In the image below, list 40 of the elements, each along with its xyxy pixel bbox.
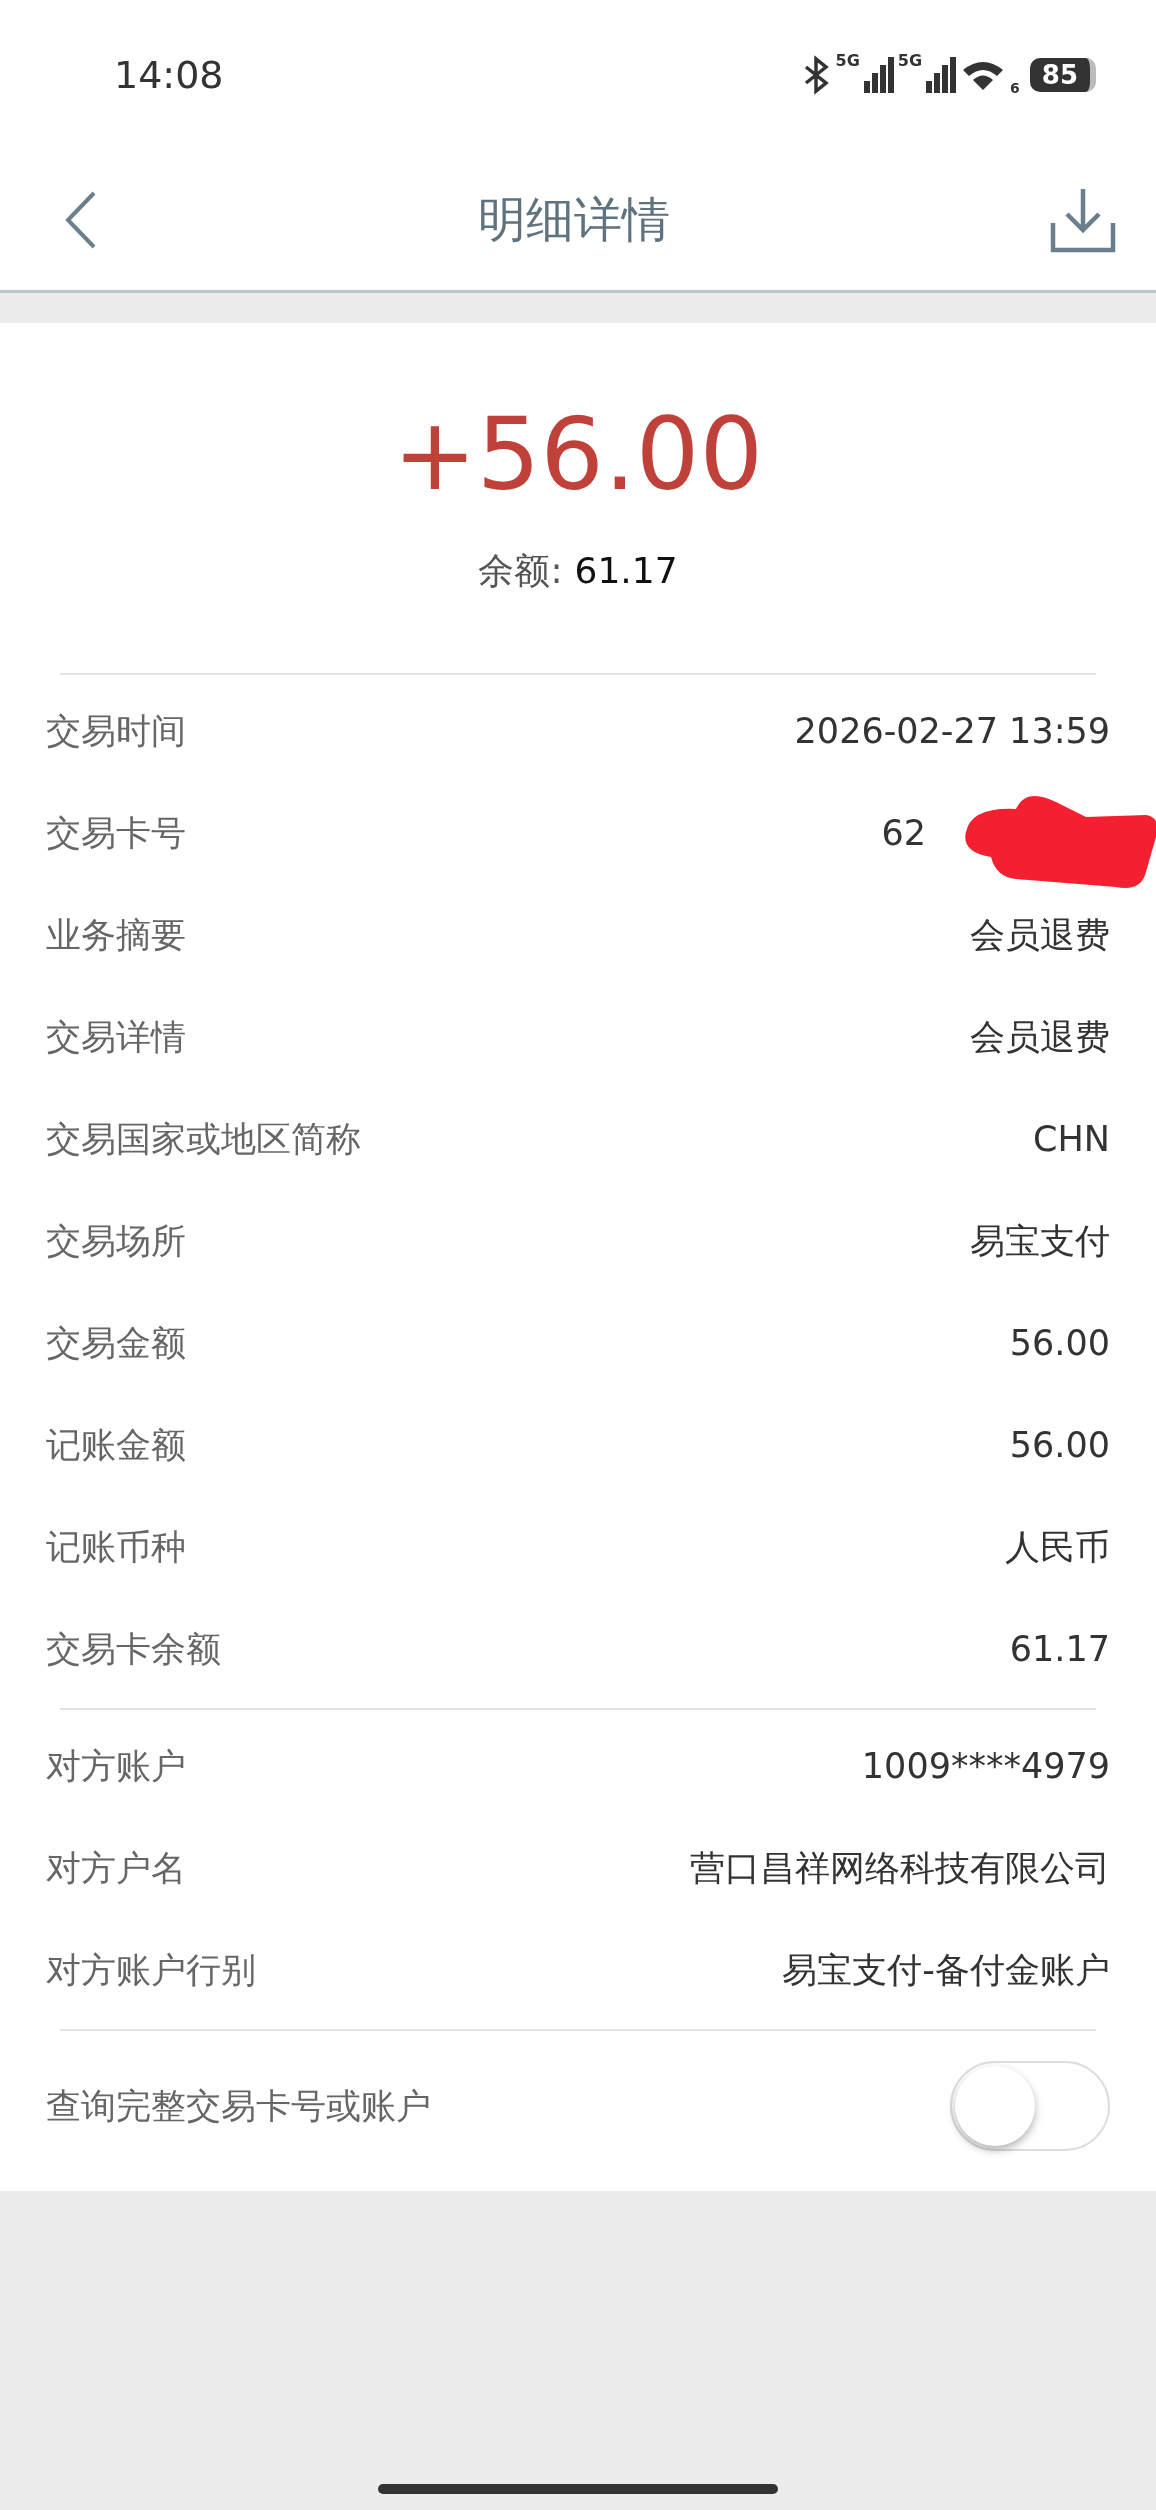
field-label: 交易卡号	[46, 811, 186, 855]
signal-icon	[863, 57, 894, 93]
wifi-band-label: 6	[1010, 80, 1020, 96]
field-value: 会员退费	[970, 913, 1110, 957]
field-label: 交易国家或地区简称	[46, 1117, 361, 1161]
field-value: 人民币	[1005, 1525, 1110, 1569]
page-title: 明细详情	[478, 190, 670, 249]
field-label: 交易卡余额	[46, 1627, 221, 1671]
field-label: 交易详情	[46, 1015, 186, 1059]
field-value: 会员退费	[970, 1015, 1110, 1059]
field-label: 记账金额	[46, 1423, 186, 1467]
amount-text: +56.00	[391, 395, 765, 515]
field-value: 营口昌祥网络科技有限公司	[690, 1846, 1110, 1890]
field-label: 记账币种	[46, 1525, 186, 1569]
field-value: 易宝支付-备付金账户	[782, 1948, 1110, 1992]
status-time: 14:08	[114, 53, 224, 97]
network-label: 5G	[897, 50, 923, 70]
toggle-label: 查询完整交易卡号或账户	[46, 2084, 431, 2128]
field-value: 2026-02-27 13:59	[794, 711, 1110, 751]
battery-indicator: 85	[1029, 58, 1096, 92]
field-label: 对方账户行别	[46, 1948, 256, 1992]
field-label: 对方户名	[46, 1846, 186, 1890]
field-value: 62	[881, 813, 927, 853]
back-icon[interactable]	[64, 191, 98, 249]
signal-icon	[926, 57, 957, 93]
network-label: 5G	[835, 50, 860, 70]
field-label: 业务摘要	[46, 913, 186, 957]
field-value: 1009****4979	[861, 1746, 1110, 1786]
balance-label: 余额:	[478, 550, 563, 591]
field-value: 易宝支付	[970, 1219, 1110, 1263]
field-label: 交易场所	[46, 1219, 186, 1263]
field-label: 对方账户	[46, 1744, 186, 1788]
balance-value: 61.17	[574, 550, 678, 591]
download-icon[interactable]	[1050, 187, 1116, 253]
field-value: CHN	[1033, 1119, 1110, 1159]
field-value: 56.00	[1009, 1425, 1110, 1465]
field-label: 交易时间	[46, 709, 186, 753]
field-label: 交易金额	[46, 1321, 186, 1365]
field-value: 61.17	[1009, 1629, 1110, 1669]
field-value: 56.00	[1009, 1323, 1110, 1363]
